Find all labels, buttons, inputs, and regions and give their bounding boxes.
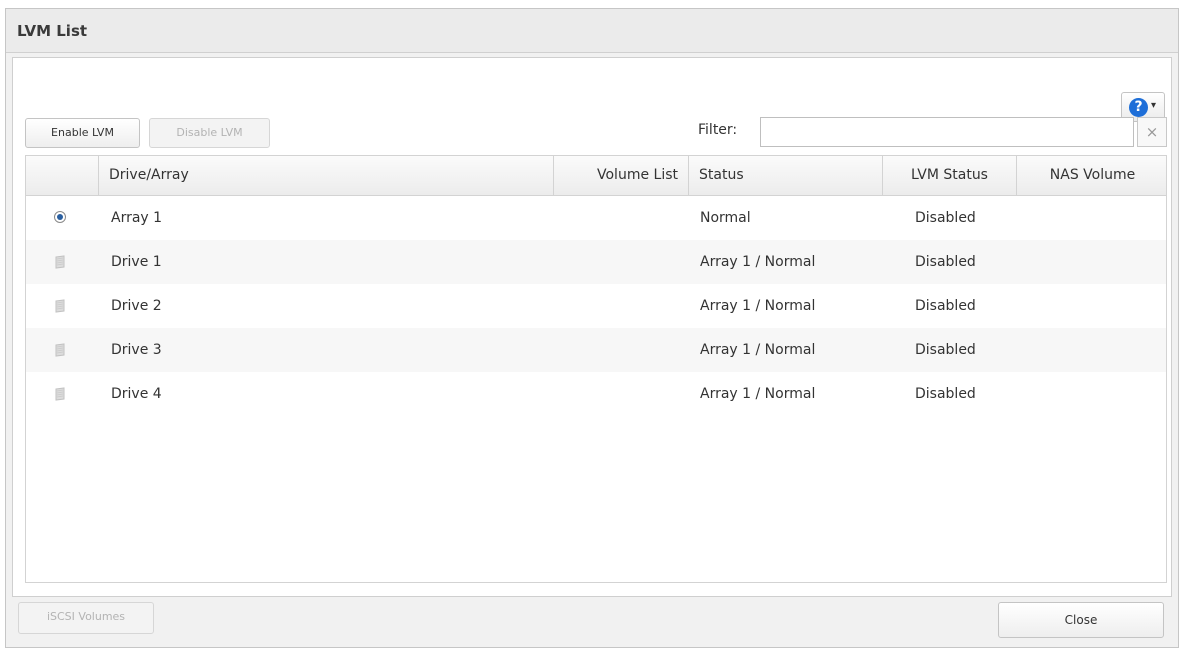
status-cell: Array 1 / Normal	[700, 386, 816, 402]
enable-lvm-button[interactable]: Enable LVM	[25, 118, 140, 148]
drive-icon	[55, 299, 65, 313]
status-cell: Array 1 / Normal	[700, 298, 816, 314]
dialog-titlebar: LVM List	[6, 9, 1178, 53]
lvm-status-cell: Disabled	[915, 210, 976, 226]
disable-lvm-button[interactable]: Disable LVM	[149, 118, 270, 148]
drive-array-cell: Drive 3	[111, 342, 162, 358]
table-row[interactable]: Drive 2 Array 1 / Normal Disabled	[26, 284, 1166, 328]
drive-array-cell: Array 1	[111, 210, 163, 226]
drive-icon	[55, 343, 65, 357]
column-header-select[interactable]	[26, 156, 99, 195]
drive-array-cell: Drive 4	[111, 386, 162, 402]
close-button[interactable]: Close	[998, 602, 1164, 638]
drive-array-cell: Drive 2	[111, 298, 162, 314]
lvm-list-dialog: LVM List ? ▾ Enable LVM Disable LVM Filt…	[5, 8, 1179, 648]
help-icon: ?	[1129, 98, 1148, 117]
iscsi-volumes-button[interactable]: iSCSI Volumes	[18, 602, 154, 634]
drive-icon	[55, 387, 65, 401]
table-row[interactable]: Drive 1 Array 1 / Normal Disabled	[26, 240, 1166, 284]
close-icon: ×	[1145, 123, 1159, 141]
column-header-lvm-status[interactable]: LVM Status	[883, 156, 1017, 195]
filter-input[interactable]	[760, 117, 1134, 147]
lvm-table: Drive/Array Volume List Status LVM Statu…	[25, 155, 1167, 583]
table-header: Drive/Array Volume List Status LVM Statu…	[26, 156, 1166, 196]
caret-down-icon: ▾	[1151, 100, 1157, 111]
drive-icon	[55, 255, 65, 269]
column-header-nas-volume[interactable]: NAS Volume	[1017, 156, 1166, 195]
column-header-drive-array[interactable]: Drive/Array	[99, 156, 554, 195]
selected-radio-icon[interactable]	[54, 211, 66, 223]
drive-array-cell: Drive 1	[111, 254, 162, 270]
lvm-status-cell: Disabled	[915, 342, 976, 358]
lvm-status-cell: Disabled	[915, 386, 976, 402]
status-cell: Array 1 / Normal	[700, 254, 816, 270]
lvm-status-cell: Disabled	[915, 298, 976, 314]
dialog-content-panel: ? ▾ Enable LVM Disable LVM Filter: × Dri…	[12, 57, 1172, 597]
dialog-title: LVM List	[17, 22, 88, 40]
table-row[interactable]: Array 1 Normal Disabled	[26, 196, 1166, 240]
filter-clear-button[interactable]: ×	[1137, 117, 1167, 147]
table-row[interactable]: Drive 3 Array 1 / Normal Disabled	[26, 328, 1166, 372]
lvm-status-cell: Disabled	[915, 254, 976, 270]
column-header-volume-list[interactable]: Volume List	[554, 156, 689, 195]
table-row[interactable]: Drive 4 Array 1 / Normal Disabled	[26, 372, 1166, 416]
status-cell: Array 1 / Normal	[700, 342, 816, 358]
column-header-status[interactable]: Status	[689, 156, 883, 195]
filter-label: Filter:	[698, 122, 738, 138]
status-cell: Normal	[700, 210, 751, 226]
